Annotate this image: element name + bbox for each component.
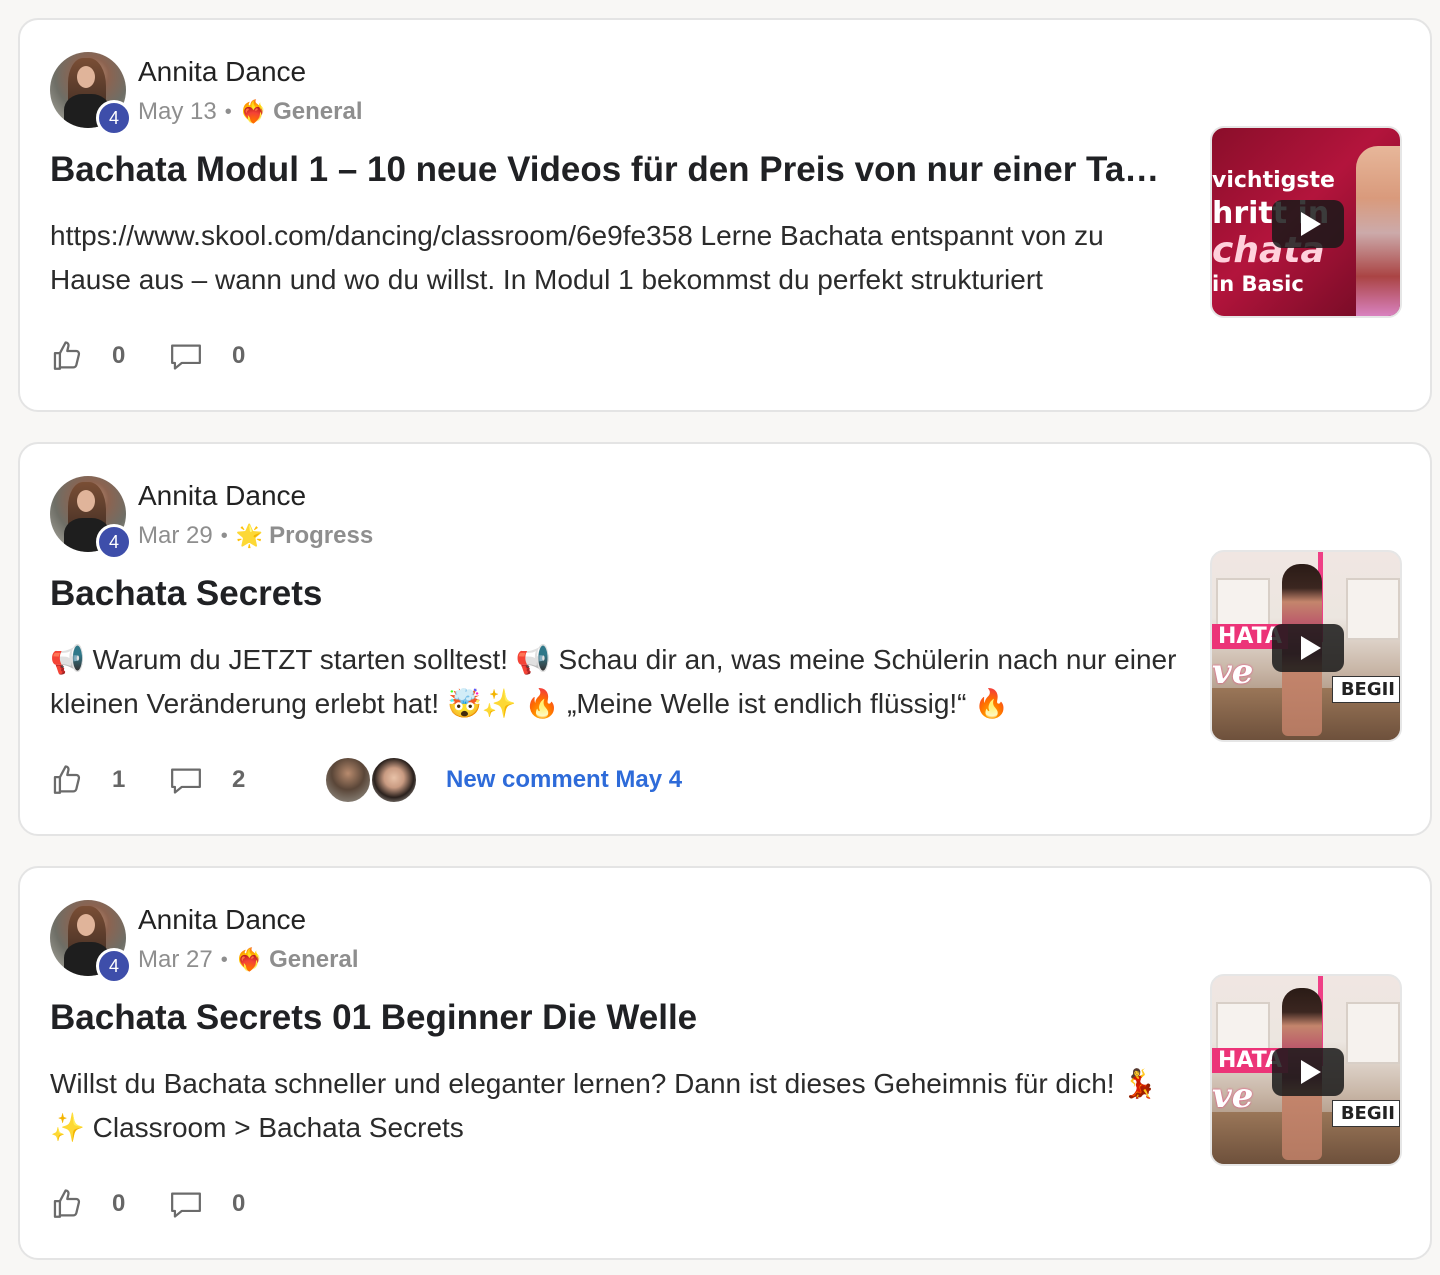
level-badge: 4 [96,524,132,560]
category-icon: ❤️‍🔥 [239,99,268,125]
post-actions: 0 0 [50,1184,280,1224]
video-thumbnail[interactable]: vichtigste hritt in chata in Basic [1210,126,1402,318]
video-thumbnail[interactable]: HATA ve BEGII [1210,550,1402,742]
post-date: Mar 29 [138,522,213,549]
play-icon[interactable] [1272,200,1344,248]
thumbnail-text: vichtigste [1212,168,1335,193]
post-excerpt: 📢 Warum du JETZT starten solltest! 📢 Sch… [50,644,1177,719]
new-comment-link[interactable]: New comment May 4 [446,766,682,794]
thumbnail-text: in Basic [1212,272,1304,296]
post-title[interactable]: Bachata Secrets 01 Beginner Die Welle [50,998,1170,1038]
post-card[interactable]: 4 Annita Dance Mar 29 • 🌟 Progress Bacha… [18,442,1432,836]
post-date: Mar 27 [138,946,213,973]
comment-button[interactable]: 2 [168,763,280,797]
thumbnail-text: ve [1212,1076,1254,1116]
post-actions: 1 2 New comment May 4 [50,756,682,804]
like-count: 0 [112,1190,126,1217]
comment-button[interactable]: 0 [168,1187,280,1221]
meta-separator: • [224,100,232,123]
post-card[interactable]: 4 Annita Dance Mar 27 • ❤️‍🔥 General Bac… [18,866,1432,1260]
like-button[interactable]: 0 [50,1187,144,1221]
meta-separator: • [220,948,228,971]
author-name[interactable]: Annita Dance [138,480,306,512]
thumbnail-text: BEGII [1331,676,1400,703]
like-button[interactable]: 0 [50,339,144,373]
category-icon: ❤️‍🔥 [235,947,264,973]
like-count: 1 [112,766,126,793]
thumbs-up-icon [53,341,81,370]
recent-commenters[interactable] [324,756,418,804]
comment-count: 0 [232,342,246,369]
post-category[interactable]: General [269,946,358,974]
video-thumbnail[interactable]: HATA ve BEGII [1210,974,1402,1166]
author-avatar[interactable]: 4 [50,900,132,984]
comment-count: 2 [232,766,246,793]
post-date: May 13 [138,98,217,125]
play-icon[interactable] [1272,1048,1344,1096]
post-category[interactable]: General [273,98,362,126]
post-excerpt: Willst du Bachata schneller und elegante… [50,1068,1158,1143]
author-avatar[interactable]: 4 [50,52,132,136]
post-title[interactable]: Bachata Modul 1 – 10 neue Videos für den… [50,150,1170,190]
post-actions: 0 0 [50,336,280,376]
play-icon[interactable] [1272,624,1344,672]
post-category[interactable]: Progress [269,522,373,550]
speech-bubble-icon [171,1192,201,1218]
like-count: 0 [112,342,126,369]
thumbs-up-icon [53,1189,81,1218]
author-avatar[interactable]: 4 [50,476,132,560]
commenter-avatar[interactable] [370,756,418,804]
post-title[interactable]: Bachata Secrets [50,574,1170,614]
thumbs-up-icon [53,765,81,794]
post-meta: May 13 • ❤️‍🔥 General [138,98,363,126]
like-button[interactable]: 1 [50,763,144,797]
post-excerpt: https://www.skool.com/dancing/classroom/… [50,220,1104,295]
comment-button[interactable]: 0 [168,339,280,373]
commenter-avatar[interactable] [324,756,372,804]
speech-bubble-icon [171,768,201,794]
level-badge: 4 [96,100,132,136]
author-name[interactable]: Annita Dance [138,56,306,88]
thumbnail-text: BEGII [1331,1100,1400,1127]
level-badge: 4 [96,948,132,984]
comment-count: 0 [232,1190,246,1217]
category-icon: 🌟 [235,523,264,549]
meta-separator: • [220,524,228,547]
post-meta: Mar 27 • ❤️‍🔥 General [138,946,359,974]
post-card[interactable]: 4 Annita Dance May 13 • ❤️‍🔥 General Bac… [18,18,1432,412]
thumbnail-text: ve [1212,652,1254,692]
post-meta: Mar 29 • 🌟 Progress [138,522,373,550]
speech-bubble-icon [171,344,201,370]
author-name[interactable]: Annita Dance [138,904,306,936]
